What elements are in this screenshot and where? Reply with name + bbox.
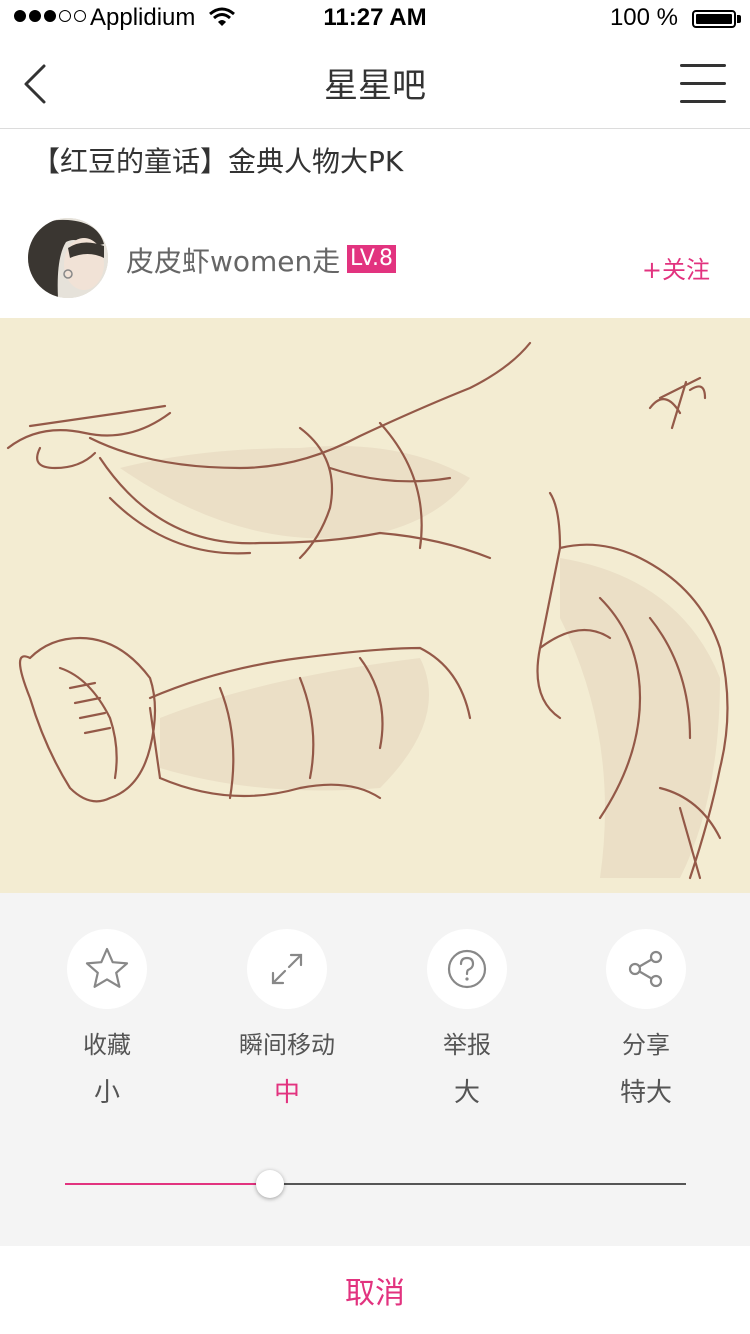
post-title: 【红豆的童话】金典人物大PK xyxy=(32,145,404,178)
avatar[interactable] xyxy=(28,218,108,298)
share-label: 分享 xyxy=(622,1031,670,1059)
post-illustration xyxy=(0,318,750,893)
level-badge: LV.8 xyxy=(347,245,397,273)
nav-bar: 星星吧 xyxy=(0,40,750,129)
author-name[interactable]: 皮皮虾women走 xyxy=(126,240,340,280)
star-icon xyxy=(85,947,129,988)
expand-icon xyxy=(271,953,303,985)
slider-fill xyxy=(65,1183,270,1185)
favorite-action[interactable]: 收藏 小 xyxy=(27,929,187,1109)
font-size-small[interactable]: 小 xyxy=(27,1072,187,1109)
report-action[interactable]: 举报 大 xyxy=(387,929,547,1109)
battery-icon xyxy=(692,10,736,28)
cancel-button[interactable]: 取消 xyxy=(0,1268,750,1312)
question-icon xyxy=(447,949,487,989)
font-size-extra-large[interactable]: 特大 xyxy=(566,1072,726,1109)
favorite-button[interactable] xyxy=(67,929,147,1009)
share-action[interactable]: 分享 特大 xyxy=(566,929,726,1109)
teleport-label: 瞬间移动 xyxy=(239,1031,335,1059)
favorite-label: 收藏 xyxy=(83,1031,131,1059)
action-sheet: 收藏 小 瞬间移动 中 举报 大 分享 特大 xyxy=(0,893,750,1246)
font-size-medium[interactable]: 中 xyxy=(207,1072,367,1109)
follow-button[interactable]: +关注 xyxy=(642,250,710,285)
cancel-bar: 取消 xyxy=(0,1246,750,1334)
page-title: 星星吧 xyxy=(324,66,426,106)
teleport-action[interactable]: 瞬间移动 中 xyxy=(207,929,367,1109)
teleport-button[interactable] xyxy=(247,929,327,1009)
share-icon xyxy=(628,950,663,988)
battery-percentage: 100 % xyxy=(609,4,678,31)
font-size-slider[interactable] xyxy=(65,1170,686,1198)
font-size-large[interactable]: 大 xyxy=(387,1072,547,1109)
status-bar: Applidium 11:27 AM 100 % xyxy=(0,0,750,40)
battery-tip xyxy=(737,15,741,23)
slider-thumb[interactable] xyxy=(255,1170,284,1198)
share-button[interactable] xyxy=(606,929,686,1009)
report-button[interactable] xyxy=(427,929,507,1009)
report-label: 举报 xyxy=(443,1031,491,1059)
menu-button[interactable] xyxy=(680,62,726,106)
